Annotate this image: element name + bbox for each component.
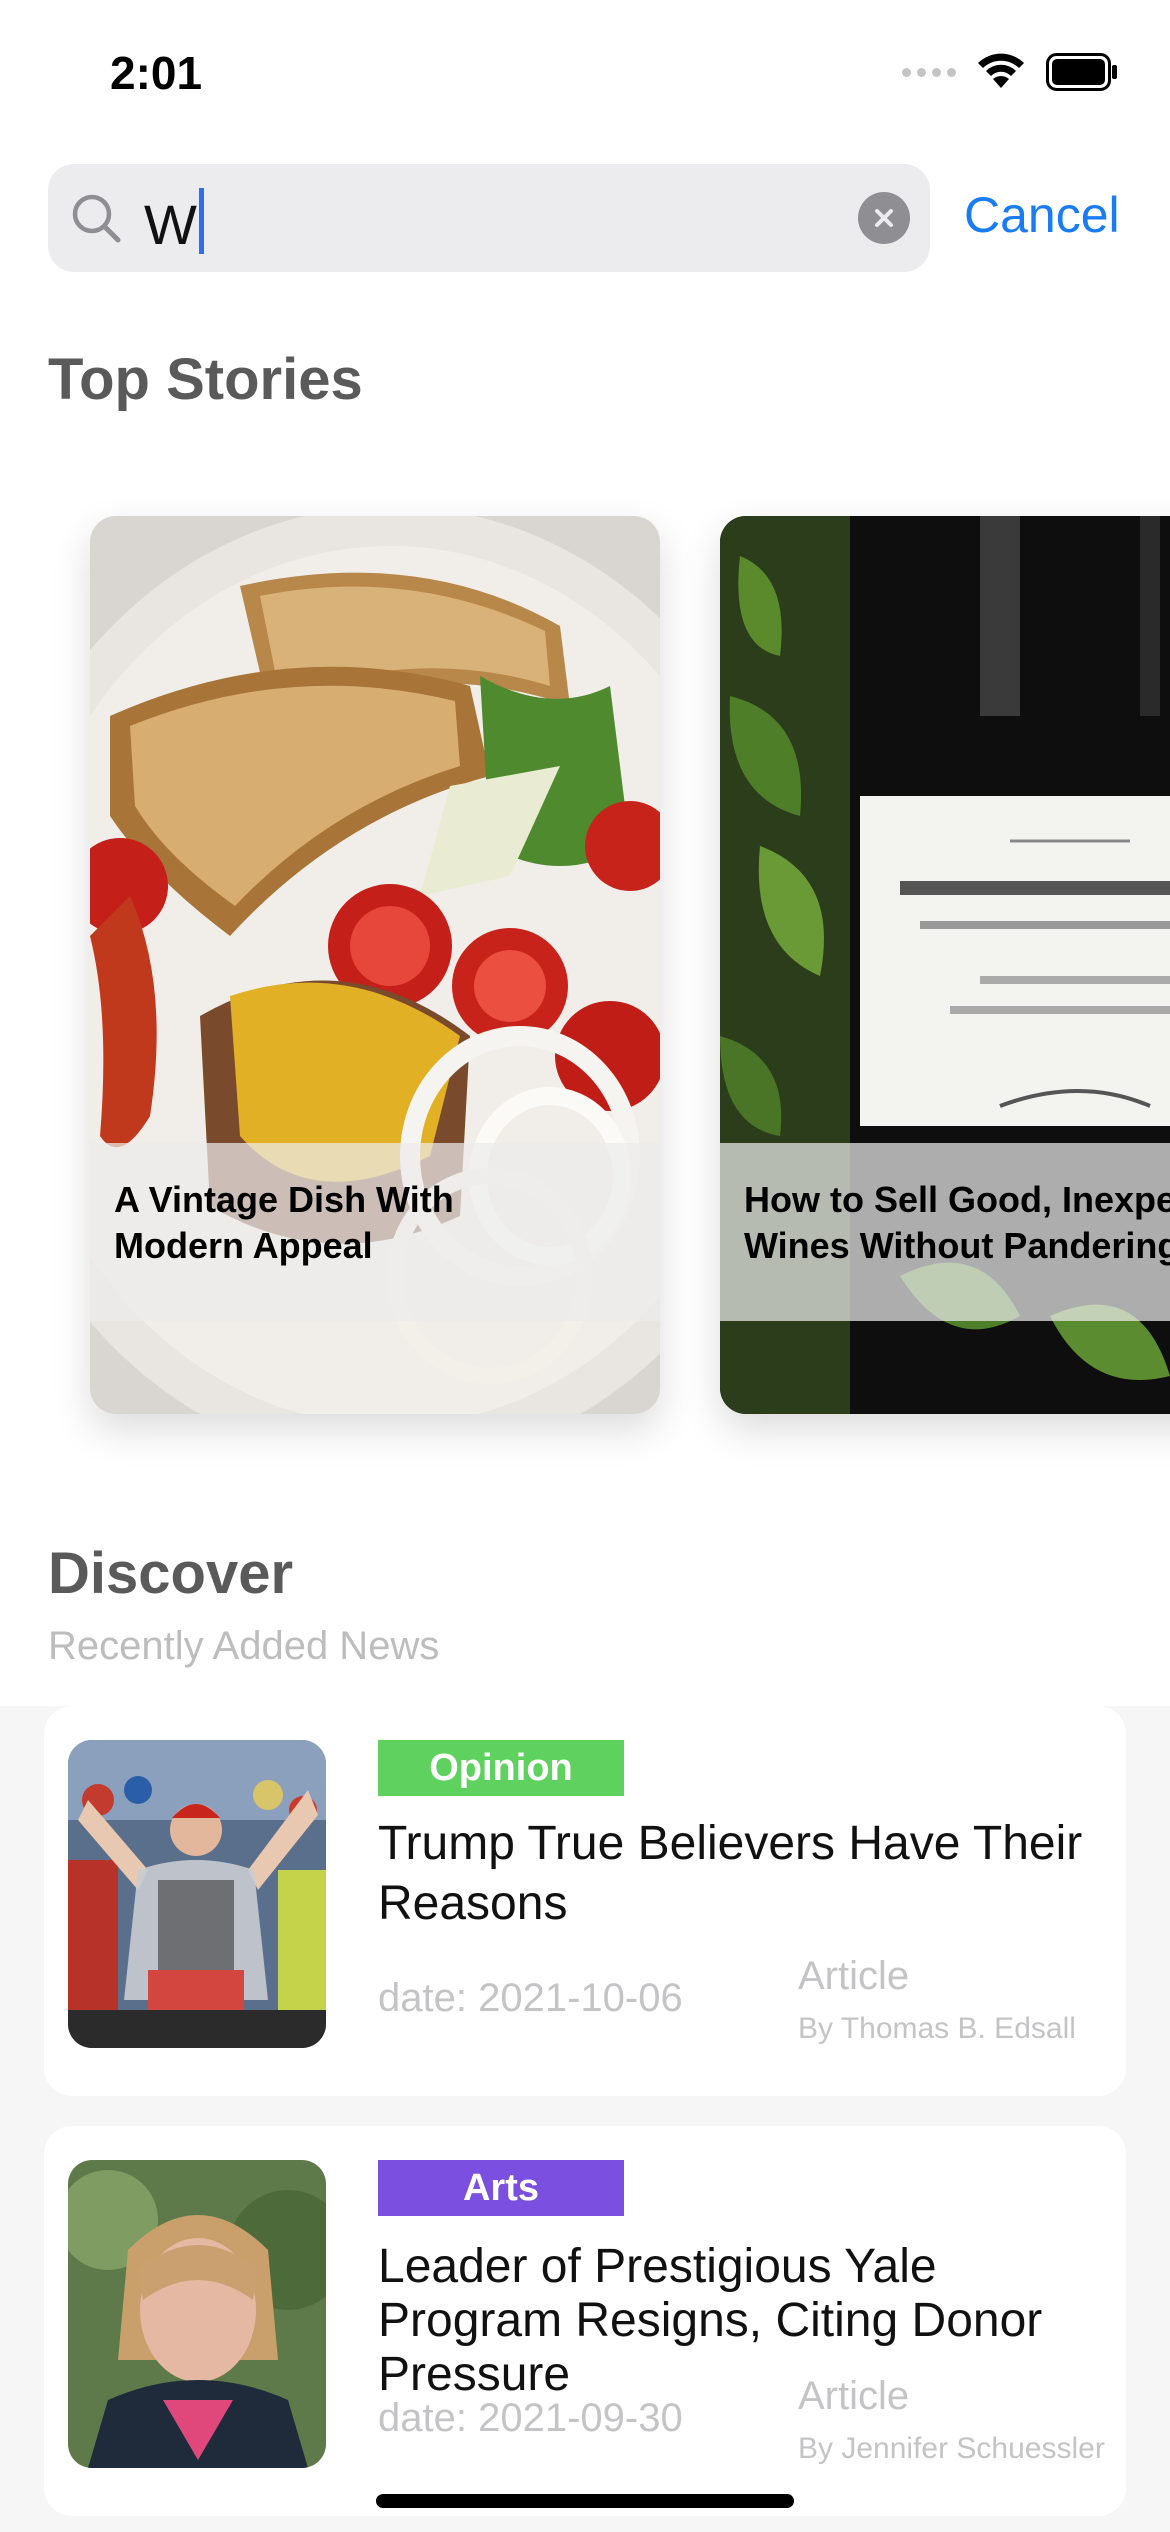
news-thumbnail: [68, 1740, 326, 2048]
news-author: By Thomas B. Edsall: [798, 2012, 1076, 2045]
category-tag: Arts: [378, 2160, 624, 2216]
home-indicator[interactable]: [376, 2494, 794, 2508]
text-caret: [198, 188, 204, 254]
discover-subtitle: Recently Added News: [48, 1624, 440, 1668]
story-card[interactable]: How to Sell Good, Inexpe Wines Without P…: [720, 516, 1170, 1414]
category-tag: Opinion: [378, 1740, 624, 1796]
status-icons: [902, 48, 1118, 96]
discover-title: Discover: [48, 1541, 294, 1606]
battery-icon: [1046, 53, 1118, 91]
story-title-line1: A Vintage Dish With: [114, 1179, 454, 1220]
news-date: date: 2021-09-30: [378, 2396, 683, 2440]
news-card[interactable]: Opinion Trump True Believers Have Their …: [44, 1706, 1126, 2096]
news-author: By Jennifer Schuessler: [798, 2432, 1105, 2465]
news-date: date: 2021-10-06: [378, 1976, 683, 2020]
wifi-icon: [976, 52, 1026, 92]
news-type: Article: [798, 1954, 910, 1998]
top-stories-title: Top Stories: [48, 347, 363, 412]
story-title-line2: Modern Appeal: [114, 1225, 373, 1266]
close-icon: [875, 209, 893, 227]
cancel-button[interactable]: Cancel: [964, 186, 1120, 244]
story-caption: A Vintage Dish With Modern Appeal: [90, 1143, 660, 1321]
clear-search-button[interactable]: [858, 192, 910, 244]
search-icon: [72, 194, 121, 243]
screen: 2:01 W Cancel Top Stories A Vintage Dish…: [0, 0, 1170, 2532]
story-title-line2: Wines Without Pandering: [744, 1225, 1170, 1266]
story-caption: How to Sell Good, Inexpe Wines Without P…: [720, 1143, 1170, 1321]
news-headline: Leader of Prestigious Yale Program Resig…: [378, 2240, 1043, 2401]
story-title-line1: How to Sell Good, Inexpe: [744, 1179, 1170, 1220]
news-thumbnail: [68, 2160, 326, 2468]
news-type: Article: [798, 2374, 910, 2418]
news-headline: Trump True Believers Have Their Reasons: [378, 1817, 1083, 1930]
status-time: 2:01: [110, 47, 203, 99]
story-card[interactable]: A Vintage Dish With Modern Appeal: [90, 516, 660, 1414]
search-input[interactable]: W: [144, 188, 204, 255]
search-input-value: W: [144, 193, 197, 256]
news-card[interactable]: Arts Leader of Prestigious Yale Program …: [44, 2126, 1126, 2516]
signal-icon: [902, 67, 956, 77]
search-field[interactable]: W: [48, 164, 930, 272]
